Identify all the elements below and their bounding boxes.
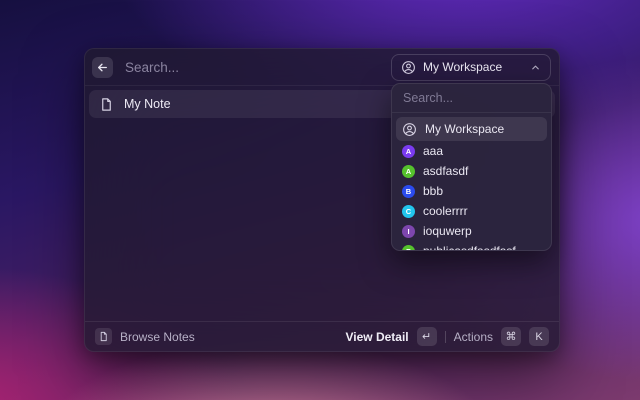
- footer-app-label: Browse Notes: [120, 330, 195, 344]
- footer-divider: [445, 331, 446, 343]
- back-button[interactable]: [92, 57, 113, 78]
- document-icon: [99, 97, 114, 112]
- workspace-avatar: C: [402, 205, 415, 218]
- chevron-up-icon: [530, 62, 541, 73]
- search-input[interactable]: Search...: [125, 60, 391, 75]
- workspace-search-input[interactable]: Search...: [392, 84, 551, 113]
- footer-bar: Browse Notes View Detail ↵ Actions ⌘ K: [85, 321, 559, 351]
- workspace-option-label: ioquwerp: [423, 224, 472, 238]
- workspace-dropdown: Search... My WorkspaceAaaaAasdfasdfBbbbC…: [391, 83, 552, 251]
- workspace-option-label: aaa: [423, 144, 443, 158]
- workspace-avatar: A: [402, 145, 415, 158]
- workspace-option[interactable]: My Workspace: [396, 117, 547, 141]
- arrow-left-icon: [96, 61, 109, 74]
- actions-label[interactable]: Actions: [454, 330, 493, 344]
- workspace-option-label: publicasdfasdfasf: [423, 244, 516, 251]
- workspace-option[interactable]: Bbbb: [396, 181, 547, 201]
- workspace-option[interactable]: Ppublicasdfasdfasf: [396, 241, 547, 251]
- user-circle-icon: [402, 122, 417, 137]
- workspace-option[interactable]: Iioquwerp: [396, 221, 547, 241]
- k-key-badge[interactable]: K: [529, 327, 549, 346]
- primary-action-label[interactable]: View Detail: [346, 330, 409, 344]
- note-list-item-label: My Note: [124, 97, 171, 111]
- workspace-avatar: I: [402, 225, 415, 238]
- workspace-option-label: My Workspace: [425, 122, 504, 136]
- workspace-selector-label: My Workspace: [423, 60, 530, 74]
- workspace-avatar: A: [402, 165, 415, 178]
- workspace-option[interactable]: Ccoolerrrr: [396, 201, 547, 221]
- workspace-dropdown-list: My WorkspaceAaaaAasdfasdfBbbbCcoolerrrrI…: [392, 113, 551, 251]
- enter-key-badge[interactable]: ↵: [417, 327, 437, 346]
- cmd-key-badge[interactable]: ⌘: [501, 327, 521, 346]
- notes-app-icon: [95, 328, 112, 345]
- footer-left: Browse Notes: [95, 328, 195, 345]
- workspace-option[interactable]: Aaaa: [396, 141, 547, 161]
- workspace-option-label: asdfasdf: [423, 164, 468, 178]
- workspace-option[interactable]: Aasdfasdf: [396, 161, 547, 181]
- user-circle-icon: [401, 60, 416, 75]
- workspace-avatar: P: [402, 245, 415, 252]
- search-header: Search... My Workspace: [85, 49, 559, 86]
- workspace-selector-button[interactable]: My Workspace: [391, 54, 551, 81]
- workspace-option-label: coolerrrr: [423, 204, 468, 218]
- footer-right: View Detail ↵ Actions ⌘ K: [346, 327, 550, 346]
- workspace-avatar: B: [402, 185, 415, 198]
- command-palette-window: Search... My Workspace My Note Browse No…: [84, 48, 560, 352]
- desktop-background: Search... My Workspace My Note Browse No…: [0, 0, 640, 400]
- workspace-option-label: bbb: [423, 184, 443, 198]
